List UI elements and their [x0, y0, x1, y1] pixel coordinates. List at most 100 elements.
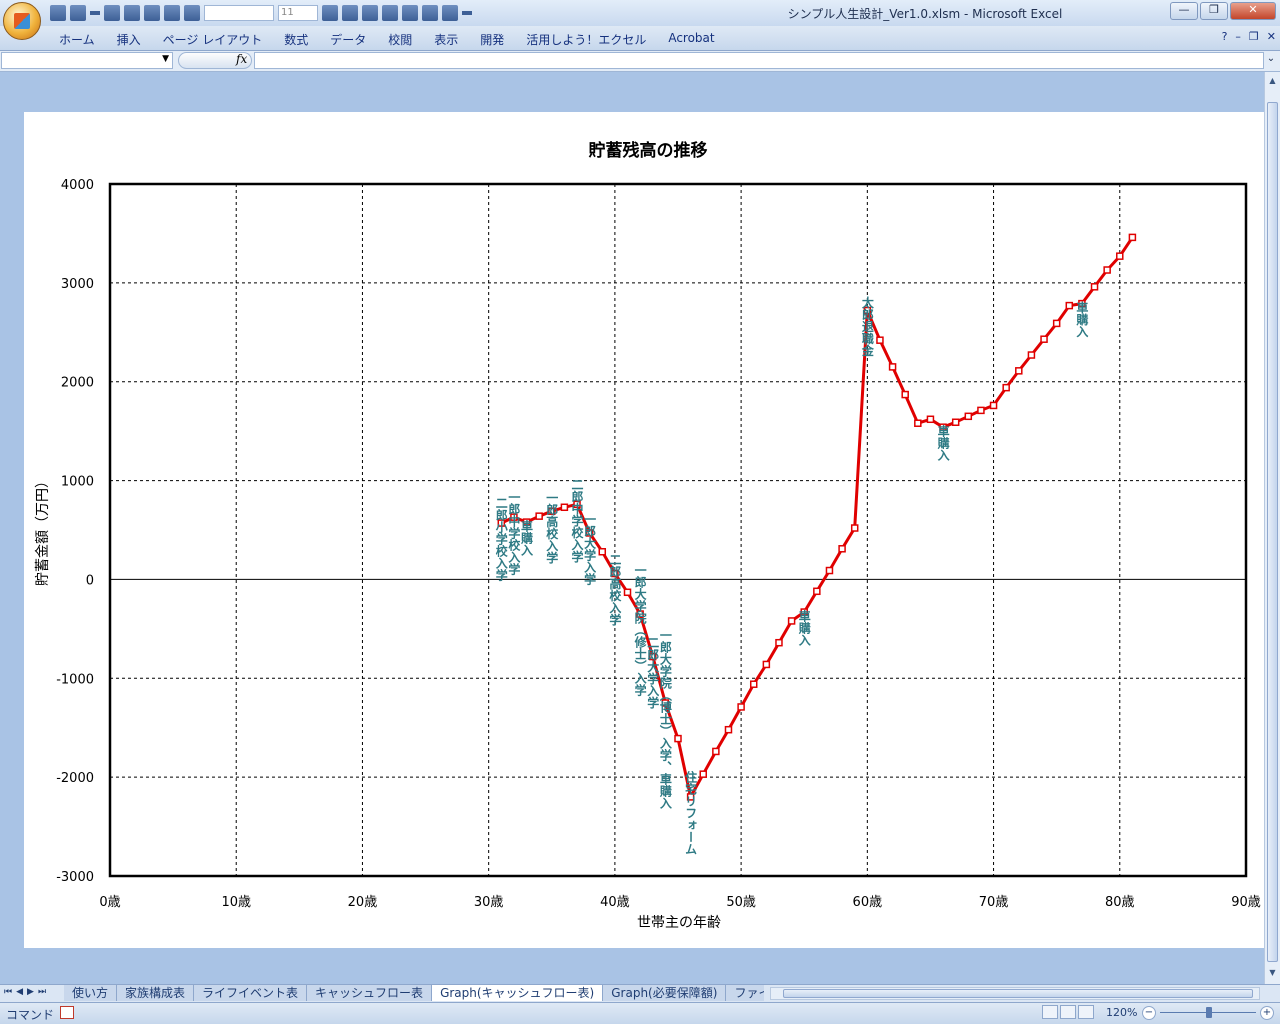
sheet-tab-finance[interactable]: ファイナン: [726, 985, 764, 1001]
data-point: [989, 401, 998, 410]
sheet-tab-cashflow[interactable]: キャッシュフロー表: [307, 985, 433, 1001]
last-sheet-icon[interactable]: ⏭: [38, 987, 46, 997]
sheet-tab-family[interactable]: 家族構成表: [117, 985, 195, 1001]
fx-icon[interactable]: fx: [236, 52, 247, 66]
sheet-tab-graph-coverage[interactable]: Graph(必要保障額): [603, 985, 727, 1001]
tab-view[interactable]: 表示: [423, 31, 469, 48]
page-break-view-icon[interactable]: [1078, 1005, 1094, 1019]
select-cursor-icon[interactable]: [402, 5, 418, 21]
annotation-label: 車購入: [797, 609, 811, 647]
zoom-level[interactable]: 120%: [1106, 1006, 1137, 1019]
macro-record-icon[interactable]: [60, 1006, 74, 1019]
chevron-down-icon[interactable]: ▼: [162, 54, 169, 64]
font-color-icon[interactable]: [322, 5, 338, 21]
data-point: [888, 363, 897, 371]
scroll-up-icon[interactable]: ▲: [1267, 76, 1278, 88]
annotation-label: 太郎退職金: [860, 295, 874, 357]
data-point: [1128, 233, 1137, 242]
font-name-box[interactable]: [204, 5, 274, 21]
prev-sheet-icon[interactable]: ◀: [16, 987, 23, 997]
data-point: [951, 418, 960, 426]
horizontal-scroll-thumb[interactable]: [783, 989, 1253, 998]
page-layout-view-icon[interactable]: [1060, 1005, 1076, 1019]
zoom-icon[interactable]: [422, 5, 438, 21]
fill-color-icon[interactable]: [342, 5, 358, 21]
sort-icon[interactable]: [184, 5, 200, 21]
data-point: [1103, 266, 1111, 274]
x-tick-label: 20歳: [348, 895, 378, 910]
vertical-scrollbar[interactable]: ▲ ▼: [1264, 72, 1280, 984]
minimize-button[interactable]: —: [1170, 2, 1198, 20]
zoom-in-icon[interactable]: +: [1260, 1006, 1274, 1020]
chart-area[interactable]: 貯蓄残高の推移 4000 3000 2000 1000 0 -1000 -2000 -3000…: [24, 112, 1264, 948]
normal-view-icon[interactable]: [1042, 1005, 1058, 1019]
data-point: [1027, 351, 1036, 359]
format-icon[interactable]: [124, 5, 140, 21]
data-point: [598, 547, 607, 556]
sheet-tab-graph-cashflow[interactable]: Graph(キャッシュフロー表): [432, 985, 604, 1001]
font-size-box[interactable]: 11: [278, 5, 318, 21]
savings-line-chart: 貯蓄残高の推移 4000 3000 2000 1000 0 -1000 -2000 -3000…: [35, 140, 1261, 931]
x-axis-ticks: 0歳 10歳 20歳 30歳 40歳 50歳 60歳 70歳 80歳 90歳: [99, 895, 1260, 910]
annotation-label: 車購入: [520, 519, 534, 557]
sheet-tab-bar: ⏮ ◀ ▶ ⏭ 使い方 家族構成表 ライフイベント表 キャッシュフロー表 Gra…: [0, 984, 1280, 1002]
zoom-out-icon[interactable]: −: [1142, 1006, 1156, 1020]
redo-icon[interactable]: [104, 5, 120, 21]
first-sheet-icon[interactable]: ⏮: [4, 987, 12, 997]
plot-area-border: [108, 182, 1248, 878]
minimize-icon[interactable]: –: [1235, 30, 1241, 43]
quick-access-toolbar: 11: [50, 3, 472, 23]
sheet-nav: ⏮ ◀ ▶ ⏭: [4, 987, 46, 997]
annotation-label: 一郎大学入学: [583, 513, 597, 586]
y-tick-label: 4000: [61, 178, 94, 193]
vertical-scroll-thumb[interactable]: [1267, 102, 1278, 962]
horizontal-scrollbar[interactable]: [770, 987, 1260, 1000]
annotation-layer: 二郎小学校入学一郎中学校入学車購入 一郎高校入学 二郎中学校入学一郎大学入学二郎高校…: [494, 295, 1089, 855]
data-point: [1015, 367, 1023, 375]
tab-review[interactable]: 校閲: [377, 31, 423, 48]
chevron-down-icon[interactable]: [90, 11, 100, 15]
expand-formula-bar-icon[interactable]: ⌄: [1265, 53, 1277, 68]
name-box[interactable]: ▼: [1, 52, 173, 69]
restore-icon[interactable]: ❐: [1249, 30, 1259, 43]
tab-insert[interactable]: 挿入: [106, 31, 152, 48]
camera-icon[interactable]: [382, 5, 398, 21]
data-point: [674, 734, 682, 743]
data-point: [775, 638, 783, 647]
zoom-knob[interactable]: [1206, 1007, 1212, 1018]
restore-button[interactable]: ❐: [1200, 2, 1228, 20]
tab-home[interactable]: ホーム: [48, 31, 106, 48]
tab-formulas[interactable]: 数式: [273, 31, 319, 48]
scroll-down-icon[interactable]: ▼: [1267, 968, 1278, 980]
tab-excel-tips[interactable]: 活用しよう！エクセル: [515, 31, 657, 48]
data-point: [825, 566, 834, 575]
data-point: [838, 545, 846, 553]
office-button[interactable]: [3, 2, 41, 40]
formula-input[interactable]: [254, 52, 1264, 69]
tab-data[interactable]: データ: [319, 31, 377, 48]
undo-icon[interactable]: [70, 5, 86, 21]
border-icon[interactable]: [144, 5, 160, 21]
save-icon[interactable]: [50, 5, 66, 21]
x-tick-label: 50歳: [726, 895, 756, 910]
sheet-tab-usage[interactable]: 使い方: [64, 985, 118, 1001]
tab-developer[interactable]: 開発: [469, 31, 515, 48]
sheet-tab-life-events[interactable]: ライフイベント表: [194, 985, 308, 1001]
close-button[interactable]: ✕: [1230, 2, 1276, 20]
merge-icon[interactable]: [164, 5, 180, 21]
x-tick-label: 0歳: [99, 895, 120, 910]
customize-qat-icon[interactable]: [462, 11, 472, 15]
y-tick-label: 1000: [61, 475, 94, 490]
tab-page-layout[interactable]: ページ レイアウト: [152, 31, 274, 48]
ribbon-tabs: ホーム 挿入 ページ レイアウト 数式 データ 校閲 表示 開発 活用しよう！エ…: [48, 31, 726, 48]
data-point: [535, 512, 543, 520]
zoom-slider[interactable]: − +: [1142, 1006, 1274, 1020]
tab-acrobat[interactable]: Acrobat: [657, 31, 725, 48]
next-sheet-icon[interactable]: ▶: [27, 987, 34, 997]
shapes-icon[interactable]: [442, 5, 458, 21]
x-axis-label: 世帯主の年齢: [637, 915, 721, 931]
arrow-icon[interactable]: [362, 5, 378, 21]
data-point: [560, 503, 569, 512]
close-icon[interactable]: ✕: [1267, 30, 1276, 43]
help-icon[interactable]: ?: [1222, 30, 1228, 43]
